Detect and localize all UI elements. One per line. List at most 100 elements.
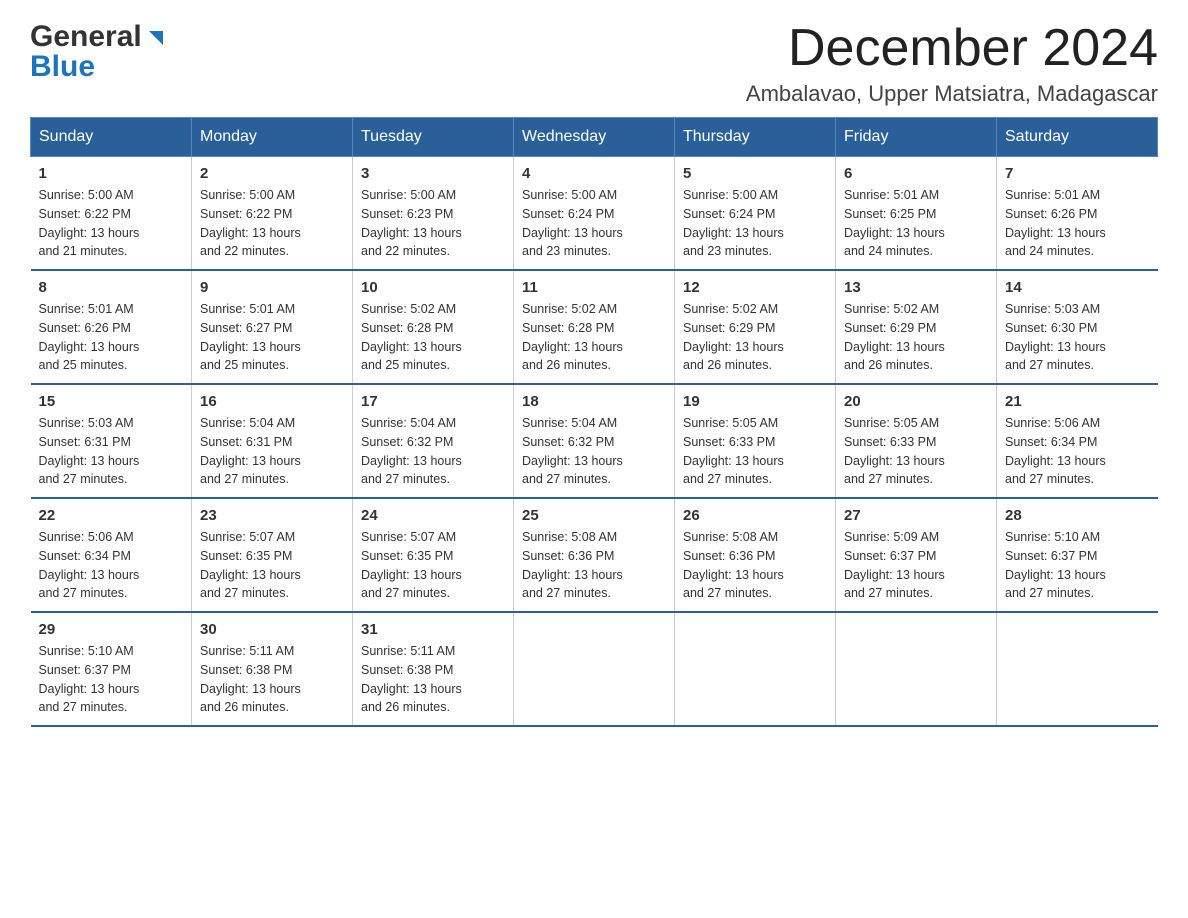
logo-general-text: General: [30, 20, 142, 54]
calendar-cell: 24 Sunrise: 5:07 AM Sunset: 6:35 PM Dayl…: [353, 498, 514, 612]
logo-triangle-icon: [145, 20, 167, 54]
day-info: Sunrise: 5:03 AM Sunset: 6:31 PM Dayligh…: [39, 414, 184, 489]
day-number: 3: [361, 165, 505, 182]
calendar-cell: 5 Sunrise: 5:00 AM Sunset: 6:24 PM Dayli…: [675, 157, 836, 271]
day-info: Sunrise: 5:10 AM Sunset: 6:37 PM Dayligh…: [39, 642, 184, 717]
day-info: Sunrise: 5:00 AM Sunset: 6:22 PM Dayligh…: [200, 186, 344, 261]
day-info: Sunrise: 5:00 AM Sunset: 6:24 PM Dayligh…: [522, 186, 666, 261]
header-wednesday: Wednesday: [514, 118, 675, 157]
calendar-cell: [514, 612, 675, 726]
day-info: Sunrise: 5:03 AM Sunset: 6:30 PM Dayligh…: [1005, 300, 1150, 375]
day-number: 21: [1005, 393, 1150, 410]
day-info: Sunrise: 5:11 AM Sunset: 6:38 PM Dayligh…: [200, 642, 344, 717]
day-info: Sunrise: 5:00 AM Sunset: 6:24 PM Dayligh…: [683, 186, 827, 261]
day-info: Sunrise: 5:07 AM Sunset: 6:35 PM Dayligh…: [200, 528, 344, 603]
day-number: 10: [361, 279, 505, 296]
header-sunday: Sunday: [31, 118, 192, 157]
calendar-cell: 15 Sunrise: 5:03 AM Sunset: 6:31 PM Dayl…: [31, 384, 192, 498]
day-info: Sunrise: 5:10 AM Sunset: 6:37 PM Dayligh…: [1005, 528, 1150, 603]
day-info: Sunrise: 5:02 AM Sunset: 6:28 PM Dayligh…: [361, 300, 505, 375]
calendar-cell: 17 Sunrise: 5:04 AM Sunset: 6:32 PM Dayl…: [353, 384, 514, 498]
day-info: Sunrise: 5:01 AM Sunset: 6:26 PM Dayligh…: [1005, 186, 1150, 261]
day-number: 25: [522, 507, 666, 524]
logo: General Blue: [30, 20, 167, 84]
day-number: 11: [522, 279, 666, 296]
calendar-cell: 31 Sunrise: 5:11 AM Sunset: 6:38 PM Dayl…: [353, 612, 514, 726]
day-info: Sunrise: 5:01 AM Sunset: 6:26 PM Dayligh…: [39, 300, 184, 375]
day-info: Sunrise: 5:01 AM Sunset: 6:25 PM Dayligh…: [844, 186, 988, 261]
calendar-cell: 25 Sunrise: 5:08 AM Sunset: 6:36 PM Dayl…: [514, 498, 675, 612]
day-number: 8: [39, 279, 184, 296]
calendar-cell: 29 Sunrise: 5:10 AM Sunset: 6:37 PM Dayl…: [31, 612, 192, 726]
day-number: 4: [522, 165, 666, 182]
day-number: 13: [844, 279, 988, 296]
calendar-cell: 6 Sunrise: 5:01 AM Sunset: 6:25 PM Dayli…: [836, 157, 997, 271]
page-header: General Blue December 2024 Ambalavao, Up…: [30, 20, 1158, 107]
calendar-cell: 9 Sunrise: 5:01 AM Sunset: 6:27 PM Dayli…: [192, 270, 353, 384]
calendar-cell: 3 Sunrise: 5:00 AM Sunset: 6:23 PM Dayli…: [353, 157, 514, 271]
day-number: 24: [361, 507, 505, 524]
day-info: Sunrise: 5:05 AM Sunset: 6:33 PM Dayligh…: [844, 414, 988, 489]
day-number: 19: [683, 393, 827, 410]
calendar-week-5: 29 Sunrise: 5:10 AM Sunset: 6:37 PM Dayl…: [31, 612, 1158, 726]
calendar-cell: 13 Sunrise: 5:02 AM Sunset: 6:29 PM Dayl…: [836, 270, 997, 384]
day-info: Sunrise: 5:04 AM Sunset: 6:32 PM Dayligh…: [361, 414, 505, 489]
day-info: Sunrise: 5:04 AM Sunset: 6:31 PM Dayligh…: [200, 414, 344, 489]
calendar-cell: [997, 612, 1158, 726]
day-number: 6: [844, 165, 988, 182]
calendar-cell: 14 Sunrise: 5:03 AM Sunset: 6:30 PM Dayl…: [997, 270, 1158, 384]
logo-blue-text: Blue: [30, 50, 95, 84]
calendar-week-1: 1 Sunrise: 5:00 AM Sunset: 6:22 PM Dayli…: [31, 157, 1158, 271]
calendar-cell: 16 Sunrise: 5:04 AM Sunset: 6:31 PM Dayl…: [192, 384, 353, 498]
day-info: Sunrise: 5:01 AM Sunset: 6:27 PM Dayligh…: [200, 300, 344, 375]
calendar-cell: 8 Sunrise: 5:01 AM Sunset: 6:26 PM Dayli…: [31, 270, 192, 384]
header-friday: Friday: [836, 118, 997, 157]
calendar-cell: 22 Sunrise: 5:06 AM Sunset: 6:34 PM Dayl…: [31, 498, 192, 612]
day-number: 18: [522, 393, 666, 410]
day-info: Sunrise: 5:11 AM Sunset: 6:38 PM Dayligh…: [361, 642, 505, 717]
day-info: Sunrise: 5:06 AM Sunset: 6:34 PM Dayligh…: [1005, 414, 1150, 489]
calendar-cell: 26 Sunrise: 5:08 AM Sunset: 6:36 PM Dayl…: [675, 498, 836, 612]
header-monday: Monday: [192, 118, 353, 157]
day-number: 9: [200, 279, 344, 296]
day-number: 22: [39, 507, 184, 524]
day-number: 5: [683, 165, 827, 182]
day-number: 31: [361, 621, 505, 638]
day-number: 30: [200, 621, 344, 638]
calendar-cell: 18 Sunrise: 5:04 AM Sunset: 6:32 PM Dayl…: [514, 384, 675, 498]
calendar-cell: 12 Sunrise: 5:02 AM Sunset: 6:29 PM Dayl…: [675, 270, 836, 384]
calendar-week-2: 8 Sunrise: 5:01 AM Sunset: 6:26 PM Dayli…: [31, 270, 1158, 384]
day-info: Sunrise: 5:08 AM Sunset: 6:36 PM Dayligh…: [522, 528, 666, 603]
calendar-cell: 11 Sunrise: 5:02 AM Sunset: 6:28 PM Dayl…: [514, 270, 675, 384]
day-number: 7: [1005, 165, 1150, 182]
header-saturday: Saturday: [997, 118, 1158, 157]
day-info: Sunrise: 5:02 AM Sunset: 6:28 PM Dayligh…: [522, 300, 666, 375]
day-number: 15: [39, 393, 184, 410]
calendar-cell: 28 Sunrise: 5:10 AM Sunset: 6:37 PM Dayl…: [997, 498, 1158, 612]
calendar-cell: 30 Sunrise: 5:11 AM Sunset: 6:38 PM Dayl…: [192, 612, 353, 726]
header-thursday: Thursday: [675, 118, 836, 157]
day-info: Sunrise: 5:07 AM Sunset: 6:35 PM Dayligh…: [361, 528, 505, 603]
day-number: 20: [844, 393, 988, 410]
location-subtitle: Ambalavao, Upper Matsiatra, Madagascar: [746, 81, 1158, 107]
day-info: Sunrise: 5:08 AM Sunset: 6:36 PM Dayligh…: [683, 528, 827, 603]
day-number: 12: [683, 279, 827, 296]
calendar-cell: [675, 612, 836, 726]
day-number: 28: [1005, 507, 1150, 524]
day-number: 23: [200, 507, 344, 524]
calendar-cell: 27 Sunrise: 5:09 AM Sunset: 6:37 PM Dayl…: [836, 498, 997, 612]
day-info: Sunrise: 5:02 AM Sunset: 6:29 PM Dayligh…: [844, 300, 988, 375]
day-info: Sunrise: 5:09 AM Sunset: 6:37 PM Dayligh…: [844, 528, 988, 603]
logo-line2: Blue: [30, 50, 167, 84]
day-number: 26: [683, 507, 827, 524]
day-info: Sunrise: 5:06 AM Sunset: 6:34 PM Dayligh…: [39, 528, 184, 603]
day-info: Sunrise: 5:00 AM Sunset: 6:22 PM Dayligh…: [39, 186, 184, 261]
calendar-cell: 23 Sunrise: 5:07 AM Sunset: 6:35 PM Dayl…: [192, 498, 353, 612]
title-section: December 2024 Ambalavao, Upper Matsiatra…: [746, 20, 1158, 107]
calendar-week-3: 15 Sunrise: 5:03 AM Sunset: 6:31 PM Dayl…: [31, 384, 1158, 498]
calendar-header-row: SundayMondayTuesdayWednesdayThursdayFrid…: [31, 118, 1158, 157]
calendar-week-4: 22 Sunrise: 5:06 AM Sunset: 6:34 PM Dayl…: [31, 498, 1158, 612]
calendar-cell: 10 Sunrise: 5:02 AM Sunset: 6:28 PM Dayl…: [353, 270, 514, 384]
month-year-title: December 2024: [746, 20, 1158, 77]
logo-line1: General: [30, 20, 167, 54]
